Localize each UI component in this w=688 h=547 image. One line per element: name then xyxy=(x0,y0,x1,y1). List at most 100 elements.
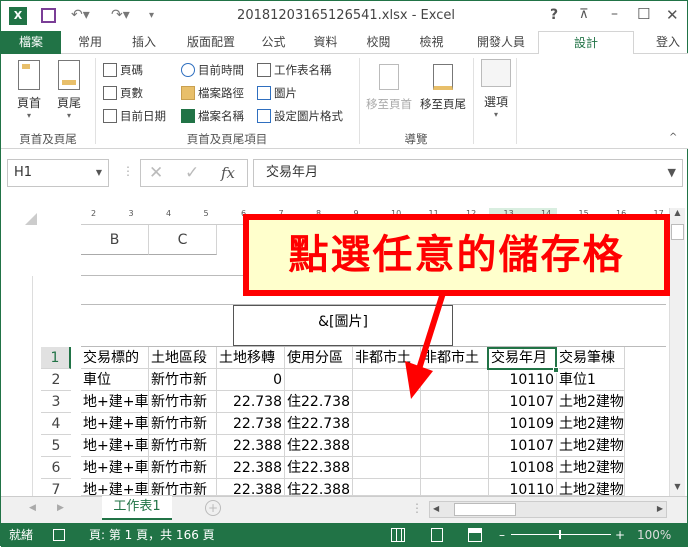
table-cell[interactable] xyxy=(353,479,421,496)
table-cell[interactable]: 新竹市新 xyxy=(149,457,217,479)
maximize-button[interactable]: ☐ xyxy=(637,5,650,23)
table-cell[interactable]: 地+建+車 xyxy=(81,435,149,457)
zoom-in-button[interactable]: + xyxy=(615,523,625,547)
table-cell[interactable] xyxy=(353,413,421,435)
tab-formulas[interactable]: 公式 xyxy=(251,31,296,54)
table-cell[interactable]: 10108 xyxy=(489,457,557,479)
help-button[interactable]: ? xyxy=(550,7,558,23)
table-cell[interactable] xyxy=(353,435,421,457)
options-button[interactable]: 選項 ▾ xyxy=(479,59,513,119)
table-cell[interactable]: 22.388 xyxy=(217,457,285,479)
redo-icon[interactable]: ↷▾ xyxy=(111,7,130,23)
column-header-C[interactable]: C xyxy=(149,225,217,255)
minimize-button[interactable]: – xyxy=(611,6,618,22)
table-cell[interactable]: 使用分區 xyxy=(285,347,353,369)
table-cell[interactable]: 土地2建物 xyxy=(557,479,625,496)
table-cell[interactable]: 地+建+車 xyxy=(81,413,149,435)
cancel-icon[interactable]: ✕ xyxy=(149,160,163,186)
table-cell[interactable] xyxy=(421,479,489,496)
vertical-scrollbar[interactable]: ▲ ▼ xyxy=(669,208,685,496)
tab-data[interactable]: 資料 xyxy=(303,31,348,54)
table-cell[interactable] xyxy=(421,457,489,479)
table-cell[interactable]: 土地2建物 xyxy=(557,435,625,457)
row-header[interactable]: 4 xyxy=(41,413,71,435)
formula-bar-grip[interactable]: ⋮ xyxy=(122,164,134,178)
table-cell[interactable]: 10107 xyxy=(489,435,557,457)
chevron-down-icon[interactable]: ▼ xyxy=(96,160,102,186)
name-box[interactable]: H1 ▼ xyxy=(7,159,109,187)
table-cell[interactable]: 10110 xyxy=(489,479,557,496)
format-picture-button[interactable]: 設定圖片格式 xyxy=(257,108,343,124)
table-cell[interactable]: 10110 xyxy=(489,369,557,391)
column-header-B[interactable]: B xyxy=(81,225,149,255)
table-cell[interactable]: 地+建+車 xyxy=(81,479,149,496)
current-date-button[interactable]: 目前日期 xyxy=(103,108,166,124)
table-cell[interactable]: 0 xyxy=(217,369,285,391)
tab-file[interactable]: 檔案 xyxy=(1,31,61,54)
zoom-out-button[interactable]: – xyxy=(499,523,505,547)
table-cell[interactable]: 土地2建物 xyxy=(557,391,625,413)
table-cell[interactable]: 土地2建物 xyxy=(557,457,625,479)
tab-design[interactable]: 設計 xyxy=(538,31,634,55)
formula-input[interactable]: 交易年月 ▼ xyxy=(253,159,683,187)
sign-in-link[interactable]: 登入 xyxy=(656,31,688,54)
table-cell[interactable]: 地+建+車 xyxy=(81,391,149,413)
footer-button[interactable]: 頁尾 ▾ xyxy=(51,60,87,120)
table-cell[interactable] xyxy=(353,457,421,479)
table-cell[interactable] xyxy=(285,369,353,391)
table-cell[interactable]: 新竹市新 xyxy=(149,479,217,496)
prev-sheet-icon[interactable]: ◀ xyxy=(29,503,36,513)
table-cell[interactable]: 土地移轉 xyxy=(217,347,285,369)
tab-split-grip[interactable]: ⋮ xyxy=(411,501,423,515)
goto-footer-button[interactable]: 移至頁尾 xyxy=(417,64,469,112)
scroll-right-icon[interactable]: ▶ xyxy=(657,504,663,513)
collapse-ribbon-icon[interactable]: ^ xyxy=(669,132,677,143)
scroll-down-icon[interactable]: ▼ xyxy=(670,482,685,496)
page-break-view-icon[interactable] xyxy=(468,528,482,542)
new-sheet-icon[interactable]: + xyxy=(205,500,221,516)
table-cell[interactable]: 住22.388 xyxy=(285,479,353,496)
zoom-slider[interactable] xyxy=(511,530,611,539)
insert-function-icon[interactable]: fx xyxy=(221,160,235,186)
expand-formula-icon[interactable]: ▼ xyxy=(668,160,676,186)
table-cell[interactable] xyxy=(421,435,489,457)
active-cell-H1[interactable] xyxy=(487,347,557,370)
next-sheet-icon[interactable]: ▶ xyxy=(57,503,64,513)
zoom-slider-thumb[interactable] xyxy=(559,530,561,539)
row-header[interactable]: 2 xyxy=(41,369,71,391)
scroll-up-icon[interactable]: ▲ xyxy=(670,208,685,222)
table-cell[interactable]: 土地區段 xyxy=(149,347,217,369)
zoom-level[interactable]: 100% xyxy=(637,523,671,547)
customize-qat-icon[interactable]: ▾ xyxy=(149,10,154,21)
tab-review[interactable]: 校閱 xyxy=(356,31,401,54)
header-button[interactable]: 頁首 ▾ xyxy=(11,60,47,120)
page-layout-view-icon[interactable] xyxy=(431,528,443,542)
tab-developer[interactable]: 開發人員 xyxy=(466,31,536,54)
tab-page-layout[interactable]: 版面配置 xyxy=(176,31,246,54)
picture-button[interactable]: 圖片 xyxy=(257,85,297,101)
sheet-tab-1[interactable]: 工作表1 xyxy=(102,496,172,520)
table-cell[interactable]: 交易標的 xyxy=(81,347,149,369)
row-header[interactable]: 3 xyxy=(41,391,71,413)
sheet-name-button[interactable]: 工作表名稱 xyxy=(257,62,332,78)
ribbon-display-button[interactable]: ⊼ xyxy=(579,7,589,22)
table-cell[interactable]: 22.388 xyxy=(217,479,285,496)
table-cell[interactable]: 22.738 xyxy=(217,413,285,435)
page-number-button[interactable]: 頁碼 xyxy=(103,62,143,78)
table-cell[interactable]: 22.388 xyxy=(217,435,285,457)
table-cell[interactable]: 地+建+車 xyxy=(81,457,149,479)
table-cell[interactable]: 住22.388 xyxy=(285,457,353,479)
table-cell[interactable]: 10109 xyxy=(489,413,557,435)
tab-insert[interactable]: 插入 xyxy=(119,31,169,54)
tab-view[interactable]: 檢視 xyxy=(409,31,454,54)
table-cell[interactable] xyxy=(421,413,489,435)
row-header[interactable]: 6 xyxy=(41,457,71,479)
save-icon[interactable] xyxy=(41,8,56,23)
table-cell[interactable]: 新竹市新 xyxy=(149,413,217,435)
table-cell[interactable]: 車位 xyxy=(81,369,149,391)
horizontal-scroll-thumb[interactable] xyxy=(454,503,516,516)
table-cell[interactable]: 車位1 xyxy=(557,369,625,391)
page-count-button[interactable]: 頁數 xyxy=(103,85,143,101)
enter-icon[interactable]: ✓ xyxy=(185,160,199,186)
table-cell[interactable]: 新竹市新 xyxy=(149,391,217,413)
